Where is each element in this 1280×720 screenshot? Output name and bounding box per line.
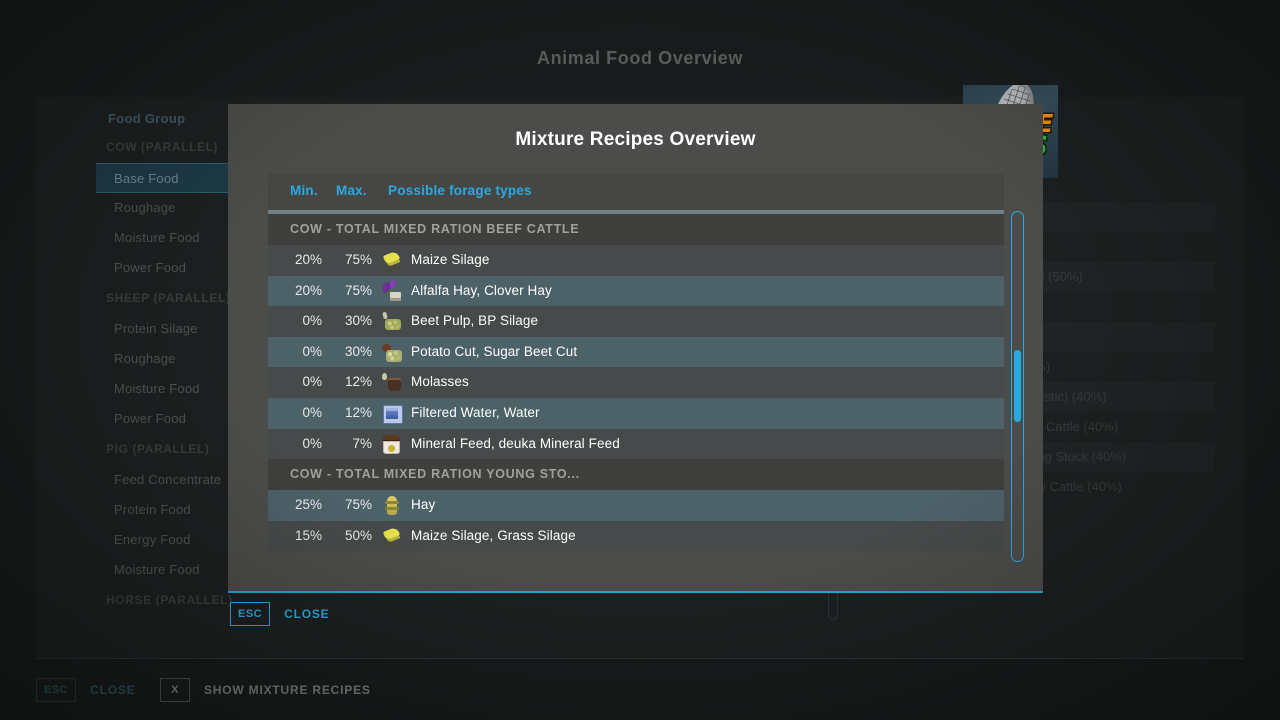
recipe-min-value: 20% (280, 252, 322, 267)
recipe-max-value: 7% (330, 436, 372, 451)
recipe-row[interactable]: 15% 50% Maize Silage, Grass Silage (268, 521, 1004, 552)
modal-body: Min. Max. Possible forage types COW - TO… (268, 174, 1004, 564)
recipes-scroll-area[interactable]: COW - TOTAL MIXED RATION BEEF CATTLE 20% 7… (268, 214, 1004, 564)
column-header-forage: Possible forage types (388, 183, 532, 198)
recipe-max-value: 30% (330, 344, 372, 359)
recipe-row[interactable]: 0% 30% Potato Cut, Sugar Beet Cut (268, 337, 1004, 368)
recipe-min-value: 0% (280, 436, 322, 451)
recipe-max-value: 75% (330, 252, 372, 267)
modal-esc-keycap[interactable]: ESC (230, 602, 270, 626)
esc-keycap[interactable]: ESC (36, 678, 76, 702)
recipe-min-value: 20% (280, 283, 322, 298)
beet-pulp-icon (381, 311, 403, 332)
recipe-group-header: COW - TOTAL MIXED RATION BEEF CATTLE (268, 214, 1004, 245)
recipe-forage-label: Filtered Water, Water (411, 405, 540, 420)
modal-footer-hint[interactable]: ESC CLOSE (230, 602, 329, 626)
recipe-row[interactable]: 20% 75% Alfalfa Hay, Clover Hay (268, 276, 1004, 307)
alfalfa-hay-icon (381, 281, 403, 302)
recipe-forage-label: Maize Silage, Grass Silage (411, 528, 576, 543)
modal-title: Mixture Recipes Overview (228, 129, 1043, 151)
bottom-help-bar: ESC CLOSE X SHOW MIXTURE RECIPES (36, 658, 1244, 720)
recipe-forage-label: Molasses (411, 374, 469, 389)
recipe-row[interactable]: 0% 12% Molasses (268, 367, 1004, 398)
recipe-max-value: 75% (330, 283, 372, 298)
mineral-feed-icon (381, 434, 403, 455)
recipe-min-value: 0% (280, 405, 322, 420)
help-hint-x[interactable]: X SHOW MIXTURE RECIPES (160, 678, 371, 702)
recipe-min-value: 25% (280, 497, 322, 512)
recipe-forage-label: Maize Silage (411, 252, 490, 267)
recipe-row[interactable]: 20% 75% Maize Silage (268, 245, 1004, 276)
hay-icon (381, 495, 403, 516)
recipe-forage-label: Mineral Feed, deuka Mineral Feed (411, 436, 620, 451)
recipe-row[interactable]: 25% 75% Hay (268, 490, 1004, 521)
help-hint-esc[interactable]: ESC CLOSE (36, 678, 135, 702)
maize-silage-icon (381, 250, 403, 271)
recipe-max-value: 12% (330, 405, 372, 420)
screen-root: Animal Food Overview Food GroupFeed Weig… (0, 0, 1280, 720)
molasses-icon (381, 372, 403, 393)
recipe-max-value: 75% (330, 497, 372, 512)
x-keycap[interactable]: X (160, 678, 190, 702)
recipe-max-value: 30% (330, 313, 372, 328)
modal-scrollbar-thumb[interactable] (1014, 350, 1021, 422)
recipe-row[interactable]: 0% 7% Mineral Feed, deuka Mineral Feed (268, 429, 1004, 460)
mixture-recipes-modal: Mixture Recipes Overview Min. Max. Possi… (228, 104, 1043, 593)
x-label[interactable]: SHOW MIXTURE RECIPES (204, 683, 371, 697)
table-header-row: Min. Max. Possible forage types (268, 174, 1004, 210)
recipe-min-value: 0% (280, 344, 322, 359)
recipe-forage-label: Potato Cut, Sugar Beet Cut (411, 344, 577, 359)
recipe-max-value: 50% (330, 528, 372, 543)
column-header-max: Max. (336, 183, 367, 198)
recipe-forage-label: Hay (411, 497, 435, 512)
recipe-row[interactable]: 0% 30% Beet Pulp, BP Silage (268, 306, 1004, 337)
recipe-min-value: 0% (280, 374, 322, 389)
potato-cut-icon (381, 342, 403, 363)
water-icon (381, 403, 403, 424)
recipe-min-value: 0% (280, 313, 322, 328)
recipe-row[interactable]: 0% 12% Filtered Water, Water (268, 398, 1004, 429)
background-page-title: Animal Food Overview (0, 48, 1280, 69)
recipe-max-value: 12% (330, 374, 372, 389)
column-header-min: Min. (290, 183, 318, 198)
recipe-min-value: 15% (280, 528, 322, 543)
recipe-group-header: COW - TOTAL MIXED RATION YOUNG STO... (268, 459, 1004, 490)
recipe-forage-label: Alfalfa Hay, Clover Hay (411, 283, 552, 298)
modal-close-label[interactable]: CLOSE (284, 607, 329, 621)
maize-silage-icon (381, 526, 403, 547)
recipe-forage-label: Beet Pulp, BP Silage (411, 313, 538, 328)
esc-label[interactable]: CLOSE (90, 683, 135, 697)
